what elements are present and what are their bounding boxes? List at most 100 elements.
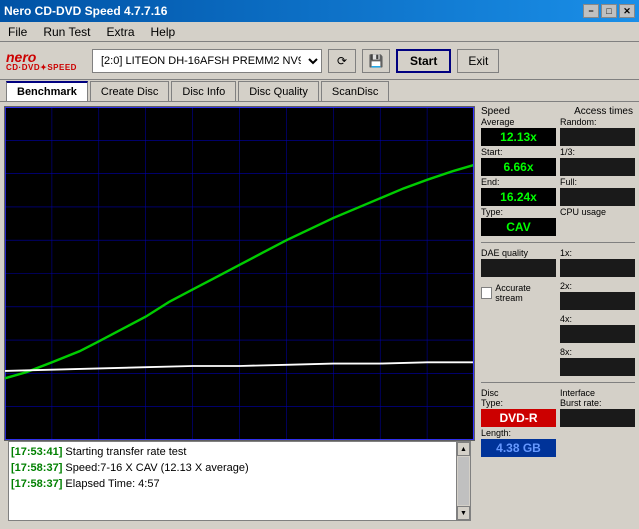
minimize-button[interactable]: − — [583, 4, 599, 18]
menu-file[interactable]: File — [4, 23, 31, 41]
end-value: 16.24x — [481, 188, 556, 206]
access-times-label: Access times — [559, 106, 635, 117]
log-text-2: Elapsed Time: 4:57 — [65, 478, 159, 490]
end-label: End: — [481, 177, 556, 187]
type-value: CAV — [481, 218, 556, 236]
tab-scan-disc[interactable]: ScanDisc — [321, 81, 389, 101]
full-label: Full: — [560, 177, 635, 187]
log-entry-1: [17:58:37] Speed:7-16 X CAV (12.13 X ave… — [11, 460, 454, 476]
disc-type-label: Type: — [481, 398, 556, 408]
accurate-stream-label: Accurate stream — [495, 283, 556, 303]
logo: nero CD·DVD✦SPEED — [6, 44, 86, 78]
accurate-stream-checkbox[interactable] — [481, 287, 492, 299]
empty-col2 — [481, 347, 556, 377]
log-wrapper: [17:53:41] Starting transfer rate test [… — [8, 441, 471, 521]
cpu-4x-row: 4x: — [481, 314, 635, 344]
log-text-0: Starting transfer rate test — [65, 446, 186, 458]
cpu-2x-col: 2x: — [560, 281, 635, 311]
speed-average-row: Average 12.13x Random: — [481, 117, 635, 147]
exit-button[interactable]: Exit — [457, 49, 499, 73]
tab-create-disc[interactable]: Create Disc — [90, 81, 169, 101]
speed-section: Speed Access times Average 12.13x Random… — [481, 106, 635, 237]
cpu-8x-value — [560, 358, 635, 376]
title-bar: Nero CD-DVD Speed 4.7.7.16 − □ ✕ — [0, 0, 639, 22]
chart-container: 20 X 16 X 12 X 8 X 4 X 24 20 16 12 8 4 — [4, 106, 475, 441]
main-content: 20 X 16 X 12 X 8 X 4 X 24 20 16 12 8 4 — [0, 102, 639, 529]
dae-col: DAE quality — [481, 248, 556, 278]
disc-length-value: 4.38 GB — [481, 439, 556, 457]
cpu-2x-value — [560, 292, 635, 310]
toolbar-save-button[interactable]: 💾 — [362, 49, 390, 73]
disc-label: Disc — [481, 388, 556, 398]
disc-length-label: Length: — [481, 428, 556, 438]
random-col: Random: — [560, 117, 635, 147]
speed-label: Speed — [481, 106, 555, 117]
full-value — [560, 188, 635, 206]
interface-col: Interface Burst rate: — [560, 388, 635, 458]
log-timestamp-0: [17:53:41] — [11, 446, 62, 458]
accurate-stream-area: Accurate stream — [481, 283, 556, 303]
type-label: Type: — [481, 207, 556, 217]
close-button[interactable]: ✕ — [619, 4, 635, 18]
cpu-2x-label: 2x: — [560, 281, 635, 291]
cpu-4x-label: 4x: — [560, 314, 635, 324]
disc-interface-row: Disc Type: DVD-R Length: 4.38 GB Interfa… — [481, 388, 635, 458]
menu-help[interactable]: Help — [147, 23, 180, 41]
speed-type-row: Type: CAV CPU usage — [481, 207, 635, 237]
log-scrollbar[interactable]: ▲ ▼ — [457, 441, 471, 521]
start-button[interactable]: Start — [396, 49, 451, 73]
cpu-label: CPU usage — [560, 207, 635, 217]
interface-label: Interface — [560, 388, 635, 398]
onethird-col: 1/3: — [560, 147, 635, 177]
random-label: Random: — [560, 117, 635, 127]
logo-sub: CD·DVD✦SPEED — [6, 64, 77, 72]
speed-end-row: End: 16.24x Full: — [481, 177, 635, 207]
divider-1 — [481, 242, 635, 243]
end-col: End: 16.24x — [481, 177, 556, 207]
scroll-up-arrow[interactable]: ▲ — [457, 442, 470, 456]
start-label: Start: — [481, 147, 556, 157]
menu-bar: File Run Test Extra Help — [0, 22, 639, 42]
onethird-value — [560, 158, 635, 176]
title-text: Nero CD-DVD Speed 4.7.7.16 — [4, 4, 167, 18]
dae-label: DAE quality — [481, 248, 556, 258]
type-col: Type: CAV — [481, 207, 556, 237]
logo-nero: nero — [6, 50, 36, 64]
log-timestamp-2: [17:58:37] — [11, 478, 62, 490]
disc-type-value: DVD-R — [481, 409, 556, 427]
onethird-label: 1/3: — [560, 147, 635, 157]
scroll-down-arrow[interactable]: ▼ — [457, 506, 470, 520]
dae-value — [481, 259, 556, 277]
accurate-cpu2x-row: Accurate stream 2x: — [481, 281, 635, 311]
cpu-1x-col: 1x: — [560, 248, 635, 278]
average-label: Average — [481, 117, 556, 127]
tab-bar: Benchmark Create Disc Disc Info Disc Qua… — [0, 80, 639, 102]
chart-svg: 20 X 16 X 12 X 8 X 4 X 24 20 16 12 8 4 — [5, 107, 474, 440]
tab-benchmark[interactable]: Benchmark — [6, 81, 88, 101]
random-value — [560, 128, 635, 146]
log-text-1: Speed:7-16 X CAV (12.13 X average) — [65, 462, 248, 474]
cpu-8x-row: 8x: — [481, 347, 635, 377]
cpu-4x-col: 4x: — [560, 314, 635, 344]
menu-extra[interactable]: Extra — [102, 23, 138, 41]
tab-disc-quality[interactable]: Disc Quality — [238, 81, 319, 101]
maximize-button[interactable]: □ — [601, 4, 617, 18]
speed-start-row: Start: 6.66x 1/3: — [481, 147, 635, 177]
tab-disc-info[interactable]: Disc Info — [171, 81, 236, 101]
divider-2 — [481, 382, 635, 383]
speed-header: Speed Access times — [481, 106, 635, 117]
burst-rate-label: Burst rate: — [560, 398, 635, 408]
log-area: [17:53:41] Starting transfer rate test [… — [8, 441, 457, 521]
log-entry-2: [17:58:37] Elapsed Time: 4:57 — [11, 476, 454, 492]
empty-col — [481, 314, 556, 344]
scroll-thumb[interactable] — [458, 457, 469, 505]
start-col: Start: 6.66x — [481, 147, 556, 177]
toolbar: nero CD·DVD✦SPEED [2:0] LITEON DH-16AFSH… — [0, 42, 639, 80]
drive-selector[interactable]: [2:0] LITEON DH-16AFSH PREMM2 NV9T — [92, 49, 322, 73]
cpu-col: CPU usage — [560, 207, 635, 237]
burst-rate-value — [560, 409, 635, 427]
disc-col: Disc Type: DVD-R Length: 4.38 GB — [481, 388, 556, 458]
accurate-col: Accurate stream — [481, 281, 556, 311]
toolbar-refresh-button[interactable]: ⟳ — [328, 49, 356, 73]
menu-run-test[interactable]: Run Test — [39, 23, 94, 41]
